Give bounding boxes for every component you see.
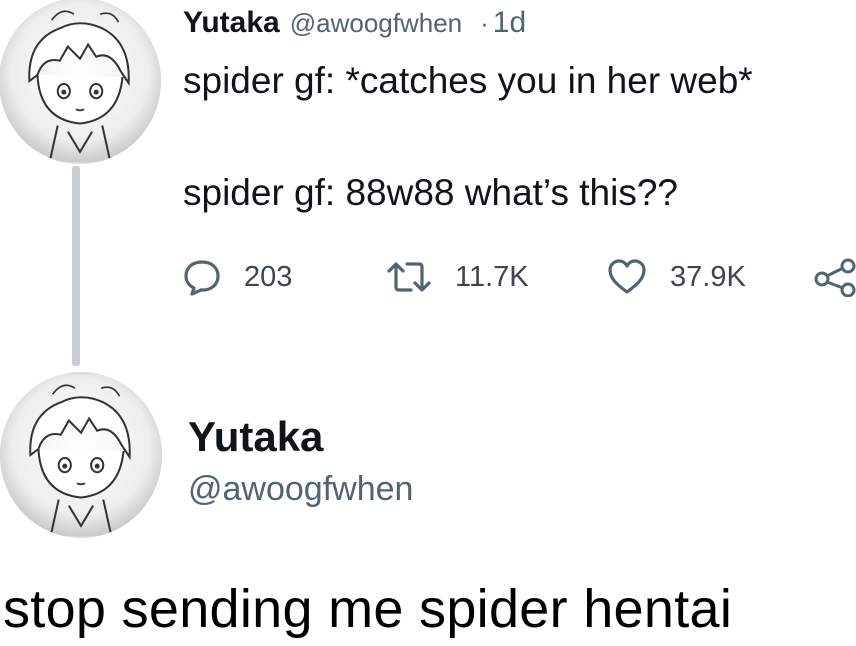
reply-count: 203 bbox=[244, 260, 293, 293]
anime-boy-avatar-icon bbox=[0, 0, 161, 163]
share-button[interactable] bbox=[814, 255, 856, 299]
author-name[interactable]: Yutaka bbox=[183, 6, 280, 39]
retweet-button[interactable]: 11.7K bbox=[385, 255, 529, 299]
anime-boy-avatar-icon bbox=[0, 374, 162, 537]
reply-author-name[interactable]: Yutaka bbox=[188, 413, 323, 461]
like-button[interactable]: 37.9K bbox=[606, 255, 746, 299]
tweet-timestamp[interactable]: 1d bbox=[493, 6, 526, 39]
avatar[interactable] bbox=[0, 0, 161, 164]
tweet-text-line: spider gf: 88w88 what’s this?? bbox=[183, 172, 679, 213]
thread-connector-line bbox=[72, 166, 80, 366]
speech-bubble-icon bbox=[184, 260, 220, 296]
reply-text: stop sending me spider hentai bbox=[3, 579, 733, 639]
author-handle[interactable]: @awoogfwhen bbox=[290, 8, 462, 38]
reply-author-handle[interactable]: @awoogfwhen bbox=[188, 470, 413, 509]
heart-icon bbox=[608, 259, 646, 294]
reply-button[interactable]: 203 bbox=[182, 255, 292, 299]
retweet-icon bbox=[387, 262, 431, 292]
avatar[interactable] bbox=[0, 372, 162, 538]
share-icon bbox=[814, 258, 856, 297]
tweet-text-line: spider gf: *catches you in her web* bbox=[183, 60, 753, 101]
separator-dot: · bbox=[480, 8, 489, 38]
tweet-header: Yutaka @awoogfwhen · 1d bbox=[183, 6, 526, 40]
retweet-count: 11.7K bbox=[455, 260, 529, 293]
like-count: 37.9K bbox=[670, 260, 746, 293]
